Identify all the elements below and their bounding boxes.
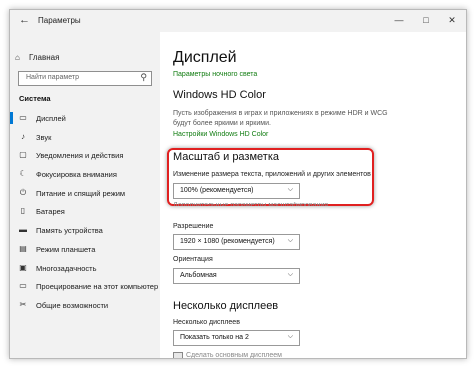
shared-experiences-icon: ✂ [19, 299, 27, 309]
make-main-display-label: Сделать основным дисплеем [186, 352, 282, 359]
sidebar-item-label: Звук [36, 132, 52, 142]
multiple-displays-label: Несколько дисплеев [173, 319, 240, 326]
moon-icon: ☾ [19, 169, 27, 179]
storage-icon: ▬ [19, 225, 27, 235]
sidebar-item-projecting[interactable]: ▭ Проецирование на этот компьютер [10, 277, 160, 296]
power-icon: ⏻ [19, 187, 27, 197]
orientation-value: Альбомная [180, 272, 217, 279]
sidebar-item-display[interactable]: ▭ Дисплей [10, 109, 160, 128]
main-content: Дисплей Параметры ночного света Windows … [160, 32, 466, 358]
battery-icon: ▯ [20, 206, 26, 216]
scale-value: 100% (рекомендуется) [180, 187, 254, 194]
window-title: Параметры [38, 16, 81, 25]
sidebar-item-label: Уведомления и действия [36, 151, 124, 161]
sidebar-item-label: Питание и спящий режим [36, 188, 126, 198]
sidebar-item-storage[interactable]: ▬ Память устройства [10, 221, 160, 240]
search-placeholder: Найти параметр [26, 74, 79, 81]
resolution-dropdown[interactable]: 1920 × 1080 (рекомендуется) ⌵ [173, 234, 300, 250]
search-icon: ⚲ [140, 72, 147, 82]
settings-window: ← Параметры — □ ✕ ⌂ Главная Найти парамет… [9, 9, 467, 359]
close-button[interactable]: ✕ [445, 13, 459, 27]
scale-dropdown[interactable]: 100% (рекомендуется) ⌵ [173, 183, 300, 199]
active-indicator [10, 112, 13, 124]
minimize-button[interactable]: — [392, 13, 406, 27]
hdr-settings-link[interactable]: Настройки Windows HD Color [173, 131, 268, 138]
title-bar: ← Параметры — □ ✕ [10, 10, 466, 32]
section-heading: Система [19, 94, 51, 103]
sidebar-item-tablet-mode[interactable]: ▤ Режим планшета [10, 240, 160, 259]
sidebar-item-label: Проецирование на этот компьютер [36, 282, 159, 292]
advanced-scaling-link[interactable]: Дополнительные параметры масштабирования [173, 202, 353, 206]
chevron-down-icon: ⌵ [287, 237, 293, 244]
night-light-settings-link[interactable]: Параметры ночного света [173, 71, 257, 78]
chevron-down-icon: ⌵ [287, 271, 293, 278]
scale-heading: Масштаб и разметка [173, 151, 279, 163]
nav-home-label: Главная [29, 53, 60, 62]
sidebar-item-label: Фокусировка внимания [36, 170, 117, 180]
scale-label: Изменение размера текста, приложений и д… [173, 171, 371, 178]
chevron-down-icon: ⌵ [287, 333, 293, 340]
multiple-displays-dropdown[interactable]: Показать только на 2 ⌵ [173, 330, 300, 346]
sidebar-item-label: Батарея [36, 207, 65, 217]
back-arrow-icon[interactable]: ← [19, 14, 30, 26]
sidebar-item-battery[interactable]: ▯ Батарея [10, 202, 160, 221]
make-main-display-checkbox[interactable] [173, 352, 183, 358]
orientation-dropdown[interactable]: Альбомная ⌵ [173, 268, 300, 284]
maximize-button[interactable]: □ [419, 13, 433, 27]
multitasking-icon: ▣ [19, 262, 27, 272]
sidebar-item-notifications[interactable]: ▢ Уведомления и действия [10, 146, 160, 165]
sidebar-item-focus-assist[interactable]: ☾ Фокусировка внимания [10, 165, 160, 184]
sidebar-item-label: Дисплей [36, 114, 66, 123]
display-icon: ▭ [19, 113, 27, 122]
sidebar-item-label: Память устройства [36, 226, 103, 236]
resolution-label: Разрешение [173, 223, 214, 230]
home-icon: ⌂ [15, 53, 20, 62]
sidebar-item-shared-experiences[interactable]: ✂ Общие возможности [10, 296, 160, 315]
nav-list: ▭ Дисплей ♪ Звук ▢ Уведомления и действи… [10, 109, 160, 315]
nav-home[interactable]: ⌂ Главная [15, 53, 59, 62]
multiple-displays-value: Показать только на 2 [180, 334, 249, 341]
notifications-icon: ▢ [19, 150, 27, 160]
search-input[interactable]: Найти параметр ⚲ [18, 71, 152, 86]
sidebar-item-label: Многозадачность [36, 263, 97, 273]
sound-icon: ♪ [21, 131, 25, 141]
projector-icon: ▭ [19, 281, 27, 291]
sidebar-item-multitasking[interactable]: ▣ Многозадачность [10, 259, 160, 278]
sidebar: ⌂ Главная Найти параметр ⚲ Система ▭ Дисп… [10, 32, 160, 358]
chevron-down-icon: ⌵ [287, 186, 293, 193]
orientation-label: Ориентация [173, 256, 213, 263]
hdr-description: Пусть изображения в играх и приложениях … [173, 110, 388, 127]
sidebar-item-sound[interactable]: ♪ Звук [10, 128, 160, 147]
sidebar-item-label: Общие возможности [36, 300, 109, 310]
sidebar-item-label: Режим планшета [36, 244, 96, 254]
page-title: Дисплей [173, 49, 237, 66]
sidebar-item-power-sleep[interactable]: ⏻ Питание и спящий режим [10, 184, 160, 203]
multiple-displays-heading: Несколько дисплеев [173, 300, 279, 312]
hdr-heading: Windows HD Color [173, 89, 266, 101]
tablet-icon: ▤ [19, 243, 27, 253]
resolution-value: 1920 × 1080 (рекомендуется) [180, 238, 275, 245]
